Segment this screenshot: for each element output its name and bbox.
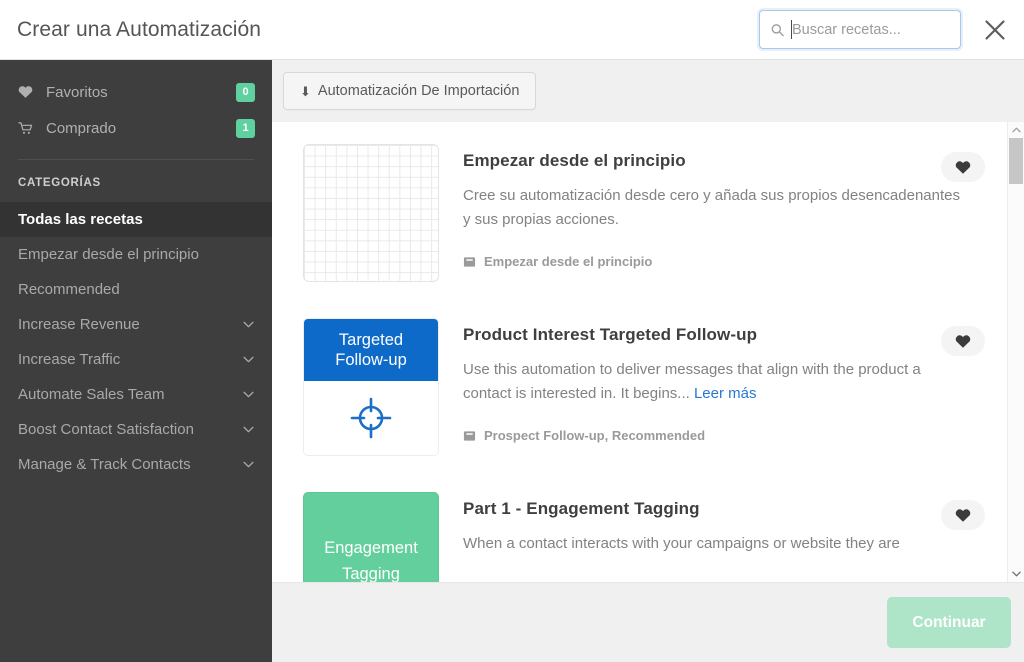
text-caret <box>791 20 792 39</box>
chevron-down-icon <box>242 319 254 331</box>
sidebar-item-label: Increase Revenue <box>18 316 140 333</box>
chevron-down-icon <box>242 459 254 471</box>
sidebar: Favoritos 0 Comprado 1 CATEGORÍAS Todas … <box>0 60 272 662</box>
sidebar-item-boost-contact-satisfaction[interactable]: Boost Contact Satisfaction <box>0 412 272 447</box>
recipe-tags-label: Prospect Follow-up, Recommended <box>484 428 706 443</box>
chevron-down-icon <box>242 354 254 366</box>
recipe-description-text: Use this automation to deliver messages … <box>463 361 921 402</box>
header-actions <box>759 10 1024 49</box>
sidebar-item-label: Manage & Track Contacts <box>18 456 191 473</box>
favorite-button[interactable] <box>941 500 985 530</box>
scrollbar-thumb[interactable] <box>1009 138 1023 184</box>
recipe-list-scrollbar[interactable] <box>1007 122 1024 582</box>
sidebar-item-label: Boost Contact Satisfaction <box>18 421 194 438</box>
categories-header: CATEGORÍAS <box>18 177 101 189</box>
thumb-line-2: Tagging <box>342 565 400 582</box>
tag-icon <box>463 255 476 268</box>
import-automation-label: Automatización De Importación <box>317 83 520 99</box>
favorite-button[interactable] <box>941 152 985 182</box>
recipe-card-body: Part 1 - Engagement Tagging When a conta… <box>439 492 993 582</box>
sidebar-item-increase-revenue[interactable]: Increase Revenue <box>0 307 272 342</box>
recipe-tags: Empezar desde el principio <box>463 254 993 269</box>
sidebar-item-automate-sales-team[interactable]: Automate Sales Team <box>0 377 272 412</box>
sidebar-item-empezar-desde-el-principio[interactable]: Empezar desde el principio <box>0 237 272 272</box>
sidebar-item-todas-las-recetas[interactable]: Todas las recetas <box>0 202 272 237</box>
cart-icon <box>18 121 38 136</box>
recipe-description: When a contact interacts with your campa… <box>463 535 900 552</box>
main-panel: ⬇ Automatización De Importación Empezar … <box>272 60 1024 662</box>
recipe-thumbnail-grid <box>303 144 439 282</box>
recipe-description: Use this automation to deliver messages … <box>463 358 968 406</box>
thumb-line-2: Follow-up <box>335 351 407 369</box>
sidebar-item-label: Recommended <box>18 281 120 298</box>
heart-icon <box>955 334 971 348</box>
tag-icon <box>463 429 476 442</box>
recipe-card-body: Product Interest Targeted Follow-up Use … <box>439 318 993 456</box>
recipe-list-wrap: Empezar desde el principio Cree su autom… <box>272 122 1024 582</box>
sidebar-item-label: Empezar desde el principio <box>18 246 199 263</box>
sidebar-item-recommended[interactable]: Recommended <box>0 272 272 307</box>
recipe-thumbnail-title: Targeted Follow-up <box>304 319 438 381</box>
crosshair-target-icon <box>350 397 392 439</box>
sidebar-item-label: Automate Sales Team <box>18 386 165 403</box>
page-title: Crear una Automatización <box>17 17 262 41</box>
chevron-down-icon <box>242 389 254 401</box>
sidebar-item-increase-traffic[interactable]: Increase Traffic <box>0 342 272 377</box>
sidebar-item-label: Todas las recetas <box>18 211 143 228</box>
recipe-card-body: Empezar desde el principio Cree su autom… <box>439 144 993 282</box>
recipe-tags: Prospect Follow-up, Recommended <box>463 428 993 443</box>
modal-footer: Continuar <box>272 582 1024 662</box>
scroll-up-arrow-icon[interactable] <box>1008 122 1024 138</box>
heart-icon <box>18 85 38 99</box>
search-box[interactable] <box>759 10 961 49</box>
heart-icon <box>955 508 971 522</box>
sidebar-item-favoritos[interactable]: Favoritos 0 <box>0 74 272 110</box>
search-input[interactable] <box>760 11 960 48</box>
sidebar-item-label: Increase Traffic <box>18 351 121 368</box>
recipe-title: Empezar desde el principio <box>463 151 686 170</box>
read-more-link[interactable]: Leer más <box>694 385 757 402</box>
favorite-button[interactable] <box>941 326 985 356</box>
toolbar: ⬇ Automatización De Importación <box>272 60 1024 122</box>
recipe-card[interactable]: Empezar desde el principio Cree su autom… <box>272 144 1007 282</box>
close-icon[interactable] <box>980 15 1010 45</box>
status-badge: 0 <box>236 82 255 102</box>
status-badge: 1 <box>236 118 255 138</box>
recipe-list: Empezar desde el principio Cree su autom… <box>272 122 1007 582</box>
recipe-title: Part 1 - Engagement Tagging <box>463 499 700 518</box>
recipe-thumbnail-graphic <box>304 381 438 455</box>
recipe-card[interactable]: Targeted Follow-up Product Interest Targ… <box>272 318 1007 456</box>
sidebar-item-comprado[interactable]: Comprado 1 <box>0 110 272 146</box>
recipe-description: Cree su automatización desde cero y añad… <box>463 187 960 228</box>
heart-icon <box>955 160 971 174</box>
scrollbar-track[interactable] <box>1008 138 1024 566</box>
thumb-line-1: Targeted <box>338 331 404 349</box>
recipe-thumbnail-targeted: Targeted Follow-up <box>303 318 439 456</box>
download-arrow-icon: ⬇ <box>300 83 311 99</box>
modal-header: Crear una Automatización <box>0 0 1024 60</box>
thumb-line-1: Engagement <box>324 539 418 557</box>
create-automation-modal: Crear una Automatización Buscar recetas.… <box>0 0 1024 662</box>
recipe-card[interactable]: Engagement Tagging Part 1 - Engagement T… <box>272 492 1007 582</box>
sidebar-item-manage-track-contacts[interactable]: Manage & Track Contacts <box>0 447 272 482</box>
import-automation-button[interactable]: ⬇ Automatización De Importación <box>283 72 537 110</box>
recipe-title: Product Interest Targeted Follow-up <box>463 325 758 344</box>
sidebar-item-label: Comprado <box>46 119 117 137</box>
sidebar-item-label: Favoritos <box>46 83 108 101</box>
scroll-down-arrow-icon[interactable] <box>1008 566 1024 582</box>
modal-body: Favoritos 0 Comprado 1 CATEGORÍAS Todas … <box>0 60 1024 662</box>
chevron-down-icon <box>242 424 254 436</box>
continue-button[interactable]: Continuar <box>887 597 1011 648</box>
recipe-thumbnail-green: Engagement Tagging <box>303 492 439 582</box>
recipe-tags-label: Empezar desde el principio <box>484 254 653 269</box>
